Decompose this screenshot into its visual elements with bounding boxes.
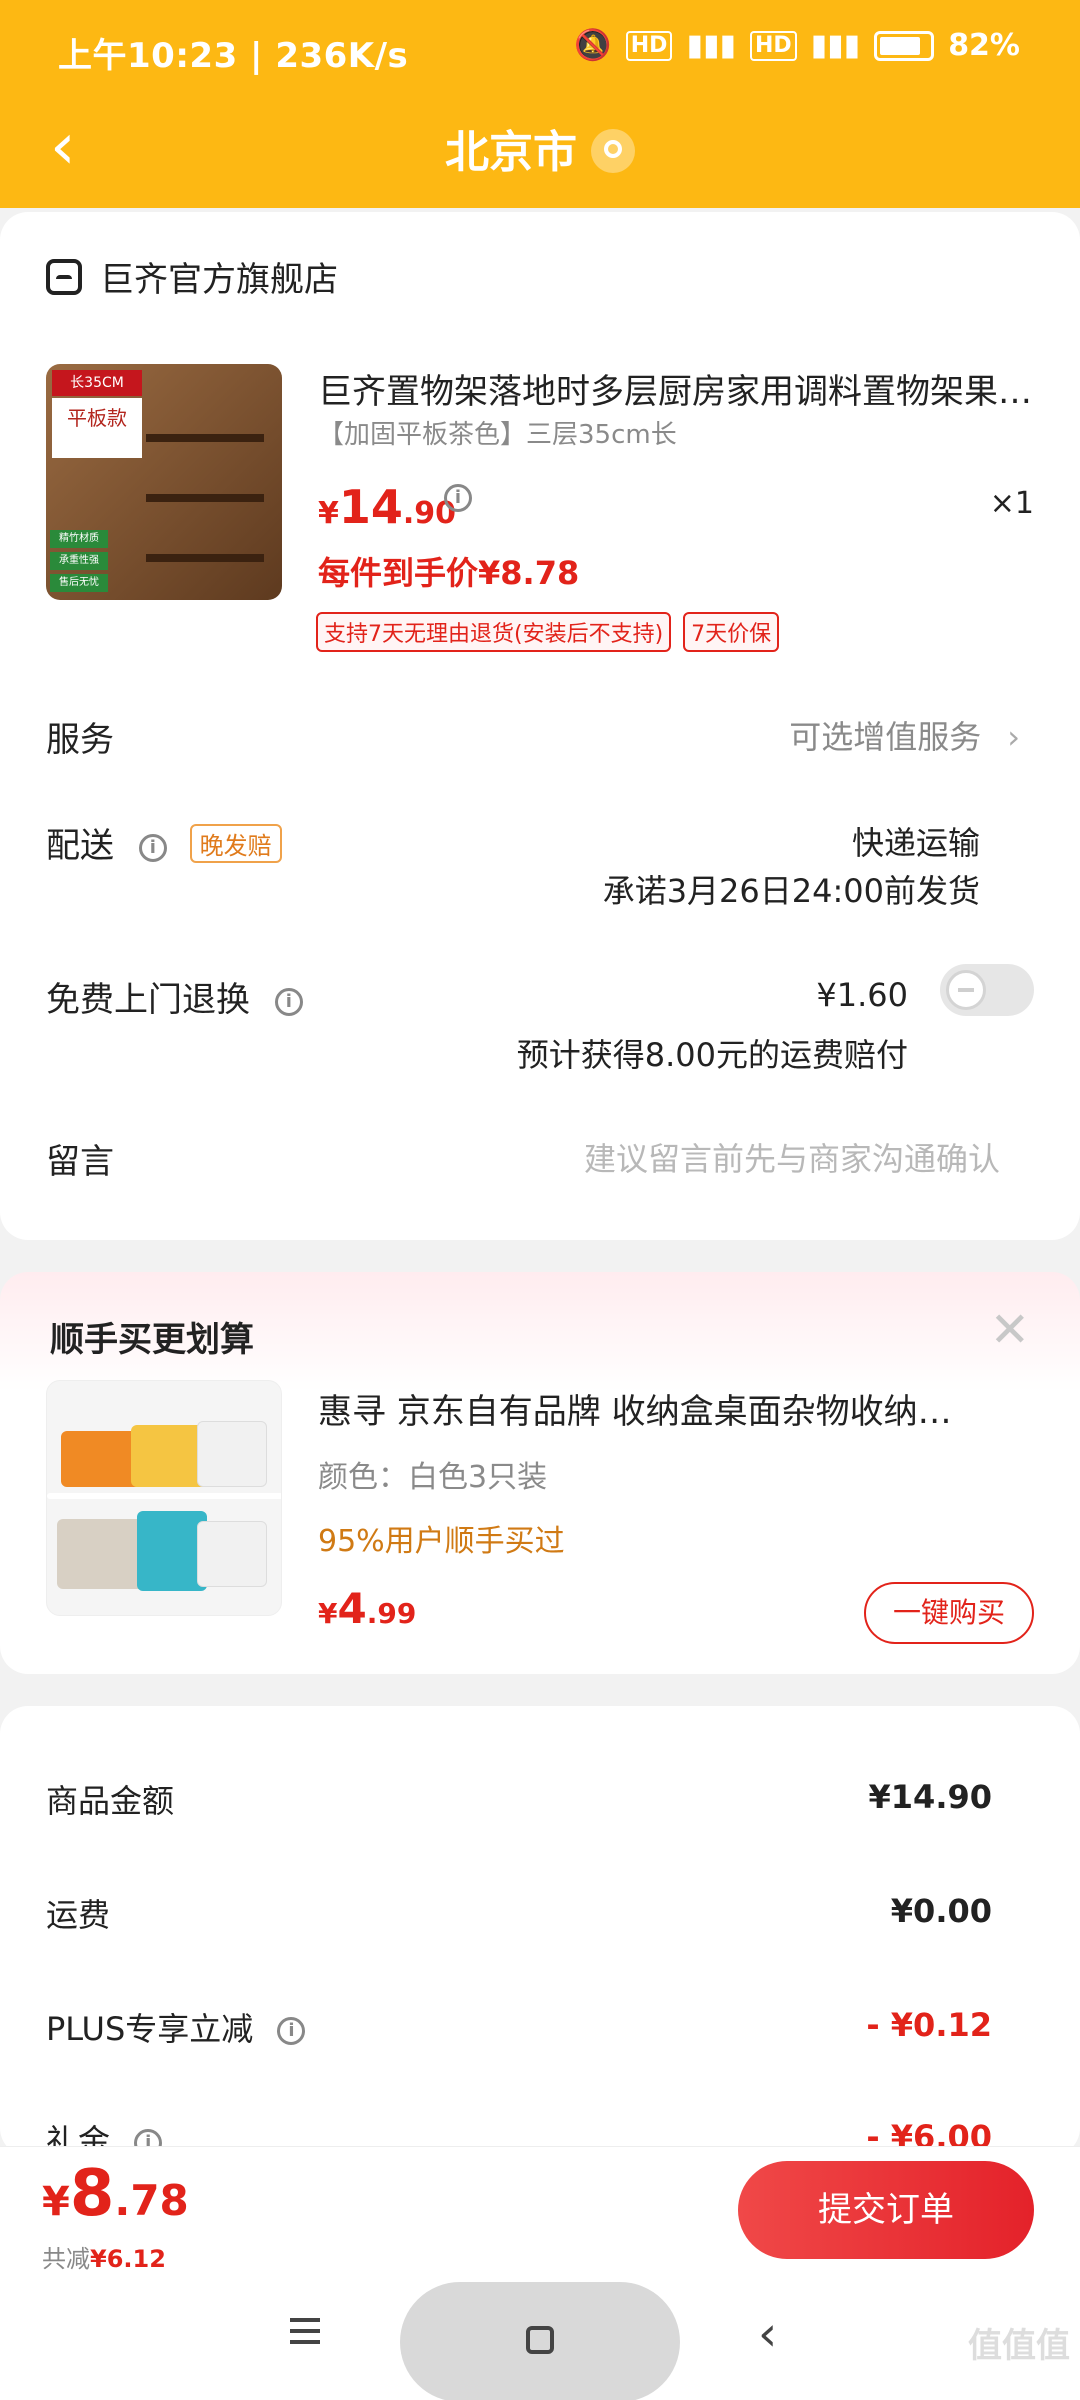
summary-card: 商品金额 ¥14.90 运费 ¥0.00 PLUS专享立减 i - ¥0.12 … xyxy=(0,1706,1080,2160)
return-price: ¥1.60 xyxy=(816,976,908,1014)
price-protect-badge: 7天价保 xyxy=(683,612,780,652)
free-return-toggle[interactable] xyxy=(940,964,1034,1016)
bell-off-icon: 🔕 xyxy=(574,28,612,63)
addon-product-image[interactable] xyxy=(46,1380,282,1616)
image-tag-feat: 精竹材质 xyxy=(50,530,108,548)
delivery-promise: 承诺3月26日24:00前发货 xyxy=(602,872,980,910)
nav-back-icon[interactable]: ‹ xyxy=(758,2306,777,2362)
page-title[interactable]: 北京市 xyxy=(0,116,1080,180)
status-icons: 🔕 HD ▮▮▮ HD ▮▮▮ 82% xyxy=(574,28,1020,63)
checkout-bar: ¥8.78 共减¥6.12 提交订单 xyxy=(0,2146,1080,2282)
summary-label: 运费 xyxy=(46,1896,111,1934)
watermark: 值值值 xyxy=(968,2326,1070,2366)
message-label: 留言 xyxy=(46,1142,114,1182)
chevron-right-icon: › xyxy=(1007,718,1020,756)
submit-order-button[interactable]: 提交订单 xyxy=(738,2161,1034,2259)
free-return-label-row: 免费上门退换 i xyxy=(46,972,303,1021)
addon-price: ¥4.99 xyxy=(318,1584,417,1633)
message-input[interactable]: 建议留言前先与商家沟通确认 xyxy=(584,1134,1000,1180)
service-option[interactable]: 可选增值服务 › xyxy=(789,712,1020,758)
addon-buyers: 95%用户顺手买过 xyxy=(318,1524,565,1559)
image-tag-feat: 承重性强 xyxy=(50,552,108,570)
late-compensation-tag: 晚发赔 xyxy=(189,824,282,863)
discount-total: 共减¥6.12 xyxy=(42,2245,166,2273)
location-label: 北京市 xyxy=(445,127,577,178)
addon-color: 颜色：白色3只装 xyxy=(318,1460,548,1495)
close-icon[interactable]: ✕ xyxy=(990,1302,1030,1358)
signal-icon: ▮▮▮ xyxy=(686,28,736,63)
signal-icon-2: ▮▮▮ xyxy=(810,28,861,63)
summary-value: - ¥0.12 xyxy=(866,2006,992,2044)
shop-row[interactable]: 巨齐官方旗舰店 xyxy=(46,252,338,301)
delivery-info-icon[interactable]: i xyxy=(138,833,167,862)
battery-icon xyxy=(874,30,935,61)
service-label: 服务 xyxy=(46,720,114,760)
one-click-buy-button[interactable]: 一键购买 xyxy=(864,1582,1034,1644)
home-icon[interactable] xyxy=(526,2326,554,2354)
price-info-icon[interactable]: i xyxy=(444,484,472,512)
plus-info-icon[interactable]: i xyxy=(277,2017,306,2045)
return-note: 预计获得8.00元的运费赔付 xyxy=(516,1036,908,1074)
total-price: ¥8.78 xyxy=(42,2157,189,2231)
summary-value: ¥14.90 xyxy=(868,1778,992,1816)
delivery-label-row: 配送 i 晚发赔 xyxy=(46,818,282,867)
per-item-price: 每件到手价¥8.78 xyxy=(318,554,580,592)
product-price: ¥14.90 xyxy=(318,480,457,534)
image-tag-size: 长35CM xyxy=(52,370,142,396)
menu-icon[interactable] xyxy=(290,2318,320,2344)
battery-level: 82% xyxy=(948,28,1020,63)
shop-name: 巨齐官方旗舰店 xyxy=(100,260,338,300)
addon-title: 顺手买更划算 xyxy=(50,1320,254,1360)
system-nav-bar: ‹ xyxy=(0,2282,1080,2400)
summary-label: 商品金额 xyxy=(46,1782,175,1820)
status-time: 上午10:23 | 236K/s xyxy=(58,36,409,76)
product-spec: 【加固平板茶色】三层35cm长 xyxy=(318,420,677,450)
product-title[interactable]: 巨齐置物架落地时多层厨房家用调料置物架果… xyxy=(318,364,1038,413)
image-tag-style: 平板款 xyxy=(52,398,142,458)
addon-product-name[interactable]: 惠寻 京东自有品牌 收纳盒桌面杂物收纳… xyxy=(318,1384,1018,1433)
addon-card: 顺手买更划算 ✕ 惠寻 京东自有品牌 收纳盒桌面杂物收纳… 颜色：白色3只装 9… xyxy=(0,1272,1080,1674)
store-icon xyxy=(46,258,82,295)
quantity: ×1 xyxy=(989,486,1034,521)
delivery-method[interactable]: 快递运输 xyxy=(852,818,980,864)
hd-signal-icon: HD xyxy=(625,30,673,61)
image-tag-feat: 售后无忧 xyxy=(50,574,108,592)
summary-label-row: PLUS专享立减 i xyxy=(46,2004,306,2050)
header-bar: 上午10:23 | 236K/s 🔕 HD ▮▮▮ HD ▮▮▮ 82% ‹ 北… xyxy=(0,0,1080,208)
location-pin-icon xyxy=(591,129,635,173)
product-badges: 支持7天无理由退货(安装后不支持) 7天价保 xyxy=(316,612,780,652)
order-card: 巨齐官方旗舰店 长35CM 平板款 精竹材质 承重性强 售后无忧 巨齐置物架落地… xyxy=(0,212,1080,1240)
return-badge: 支持7天无理由退货(安装后不支持) xyxy=(316,612,672,652)
summary-value: ¥0.00 xyxy=(890,1892,992,1930)
hd-signal-icon-2: HD xyxy=(749,30,797,61)
return-info-icon[interactable]: i xyxy=(274,987,303,1016)
product-image[interactable]: 长35CM 平板款 精竹材质 承重性强 售后无忧 xyxy=(46,364,282,600)
